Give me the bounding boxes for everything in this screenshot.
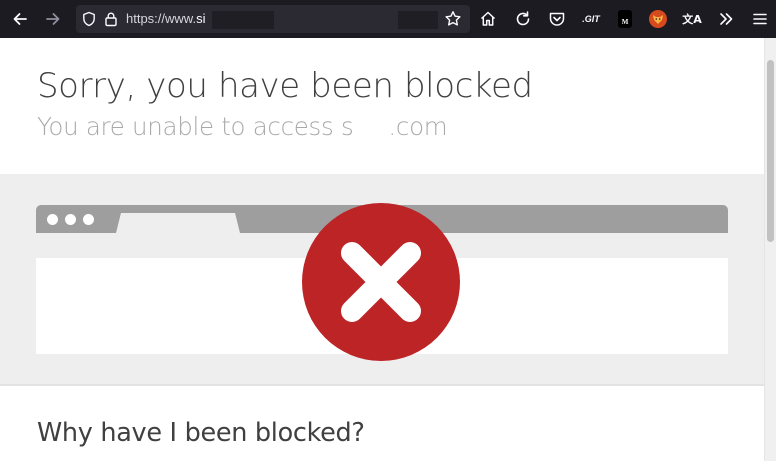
blocked-x-icon — [302, 203, 460, 361]
fox-extension-icon — [649, 10, 667, 28]
translate-extension-button[interactable]: 文A — [680, 7, 704, 31]
home-icon — [480, 11, 496, 26]
browser-frame-graphic — [36, 203, 728, 361]
pocket-button[interactable] — [545, 7, 569, 31]
m-extension-label: M — [621, 18, 629, 26]
page-scrollbar[interactable] — [764, 38, 776, 461]
blocked-illustration — [0, 174, 764, 384]
url-bar[interactable]: https://www.si — [76, 5, 470, 33]
block-header: Sorry, you have been blocked You are una… — [0, 38, 764, 174]
url-scheme: https://www. — [126, 11, 197, 26]
arrow-right-icon — [46, 13, 60, 25]
window-dot — [65, 214, 76, 225]
fox-face-icon — [653, 15, 663, 24]
overflow-button[interactable] — [714, 7, 738, 31]
reload-button[interactable] — [511, 7, 535, 31]
redacted-url-region — [212, 11, 274, 29]
why-blocked-heading: Why have I been blocked? — [37, 418, 365, 448]
arrow-left-icon — [13, 13, 27, 25]
url-text[interactable]: https://www.si — [126, 11, 205, 27]
reload-icon — [516, 11, 530, 26]
chevron-double-right-icon — [720, 13, 733, 25]
fox-extension-button[interactable] — [646, 7, 670, 31]
m-extension-button[interactable]: M — [613, 7, 637, 31]
page-title: Sorry, you have been blocked — [37, 66, 533, 106]
back-button[interactable] — [8, 7, 32, 31]
bookmark-button[interactable] — [441, 7, 465, 31]
subtitle-domain-suffix: .com — [388, 112, 448, 141]
home-button[interactable] — [476, 7, 500, 31]
page-content: Sorry, you have been blocked You are una… — [0, 38, 764, 461]
url-host: si — [196, 11, 206, 26]
pocket-icon — [549, 12, 565, 26]
window-dot — [83, 214, 94, 225]
menu-button[interactable] — [748, 7, 772, 31]
git-extension-icon: .GIT — [582, 14, 600, 24]
hamburger-menu-icon — [753, 13, 767, 25]
page-subtitle: You are unable to access s .com — [37, 112, 448, 141]
star-icon — [445, 11, 461, 26]
subtitle-text: You are unable to access s — [37, 112, 354, 141]
git-extension-button[interactable]: .GIT — [579, 7, 603, 31]
lock-icon[interactable] — [103, 11, 119, 27]
browser-tab-graphic — [116, 213, 240, 233]
translate-extension-icon: 文A — [682, 13, 702, 26]
why-blocked-section: Why have I been blocked? — [0, 384, 764, 461]
m-extension-icon: M — [618, 10, 632, 28]
forward-button[interactable] — [41, 7, 65, 31]
window-dot — [47, 214, 58, 225]
redacted-url-region — [398, 11, 438, 29]
scrollbar-thumb[interactable] — [767, 60, 774, 242]
browser-toolbar: https://www.si .GIT M 文A — [0, 0, 776, 38]
shield-icon[interactable] — [81, 11, 97, 27]
